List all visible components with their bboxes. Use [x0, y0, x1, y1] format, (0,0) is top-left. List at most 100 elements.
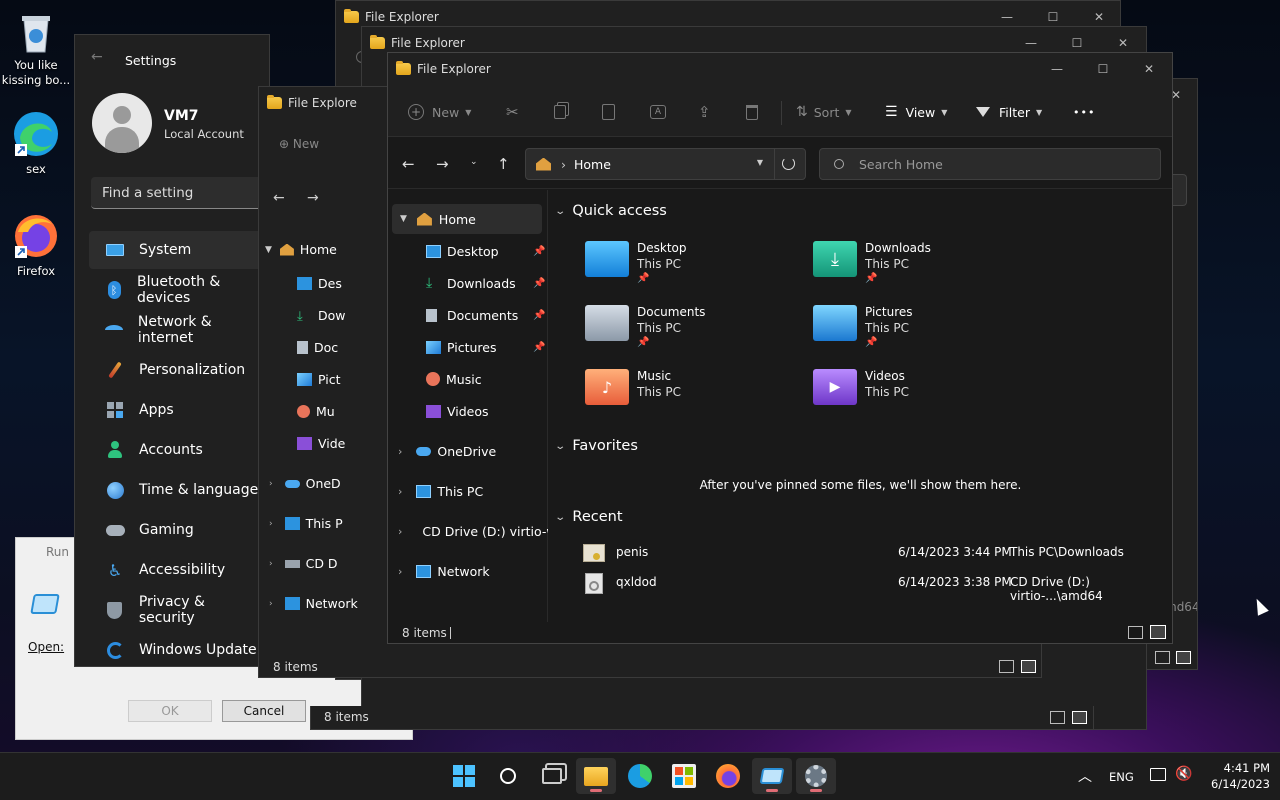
desktop-icon-firefox[interactable]: Firefox: [0, 212, 72, 279]
settings-nav-system[interactable]: System: [89, 231, 264, 269]
nav-back-icon[interactable]: ←: [273, 190, 285, 206]
nav-up-button[interactable]: ↑: [497, 155, 510, 173]
nav-onedrive[interactable]: › OneDrive: [398, 436, 558, 466]
nav-forward-icon[interactable]: →: [307, 190, 319, 206]
tree-item[interactable]: Mu: [297, 404, 335, 419]
section-quick-access[interactable]: ⌄ Quick access: [554, 203, 667, 219]
tiles-view-icon[interactable]: [1021, 660, 1036, 673]
paste-button[interactable]: [602, 101, 615, 123]
run-ok-button[interactable]: OK: [128, 700, 212, 722]
details-view-icon[interactable]: [999, 660, 1014, 673]
refresh-icon[interactable]: [782, 157, 795, 170]
avatar[interactable]: [92, 93, 152, 153]
quick-item-documents[interactable]: Documents This PC 📌: [585, 305, 805, 365]
tree-item[interactable]: › OneD: [269, 476, 341, 491]
settings-nav-bluetooth[interactable]: ᛒ Bluetooth & devices: [89, 271, 264, 309]
nav-pictures[interactable]: Pictures 📌: [426, 332, 586, 362]
tree-item[interactable]: › This P: [269, 516, 343, 531]
tree-item[interactable]: › Network: [269, 596, 358, 611]
details-view-icon[interactable]: [1128, 626, 1143, 639]
view-button[interactable]: ☰ View ▼: [885, 101, 947, 123]
tiles-view-icon[interactable]: [1150, 625, 1166, 639]
volume-icon[interactable]: 🔇: [1175, 766, 1192, 782]
nav-network[interactable]: › Network: [398, 556, 558, 586]
taskbar-store[interactable]: [664, 758, 704, 794]
filter-button[interactable]: Filter ▼: [976, 101, 1042, 123]
nav-music[interactable]: Music: [426, 364, 586, 394]
pin-icon[interactable]: 📌: [533, 246, 545, 257]
settings-nav-privacy[interactable]: Privacy & security: [89, 591, 264, 629]
new-button[interactable]: + New ▼: [408, 101, 471, 123]
task-view-button[interactable]: [532, 758, 572, 794]
nav-this-pc[interactable]: › This PC: [398, 476, 558, 506]
search-input[interactable]: Search Home: [819, 148, 1161, 180]
pin-icon[interactable]: 📌: [533, 278, 545, 289]
section-recent[interactable]: ⌄ Recent: [554, 509, 622, 525]
quick-item-pictures[interactable]: Pictures This PC 📌: [813, 305, 1033, 365]
back-arrow-icon[interactable]: ←: [91, 49, 103, 65]
input-language[interactable]: ENG: [1109, 770, 1134, 784]
minimize-icon[interactable]: —: [1034, 53, 1080, 85]
settings-nav-network[interactable]: Network & internet: [89, 311, 264, 349]
close-icon[interactable]: ✕: [1126, 53, 1172, 85]
desktop-icon-recycle-bin[interactable]: You like kissing bo...: [0, 10, 72, 88]
settings-nav-personalization[interactable]: Personalization: [89, 351, 264, 389]
recent-locations-button[interactable]: ⌄: [470, 157, 478, 167]
section-favorites[interactable]: ⌄ Favorites: [554, 438, 638, 454]
quick-item-videos[interactable]: ▶ Videos This PC: [813, 369, 1033, 429]
nav-forward-button[interactable]: →: [436, 155, 449, 173]
sort-button[interactable]: ⇅ Sort ▼: [796, 101, 852, 123]
quick-item-downloads[interactable]: ⤓ Downloads This PC 📌: [813, 241, 1033, 301]
clock[interactable]: 4:41 PM 6/14/2023: [1200, 760, 1270, 792]
recent-row[interactable]: qxldod 6/14/2023 3:38 PM CD Drive (D:) v…: [583, 572, 1172, 603]
nav-downloads[interactable]: ⤓ Downloads 📌: [426, 268, 586, 298]
desktop-icon-edge-shortcut[interactable]: sex: [0, 110, 72, 177]
taskbar-settings[interactable]: [796, 758, 836, 794]
settings-nav-gaming[interactable]: Gaming: [89, 511, 264, 549]
taskbar-edge[interactable]: [620, 758, 660, 794]
share-button[interactable]: ⇪: [698, 101, 711, 123]
run-cancel-button[interactable]: Cancel: [222, 700, 306, 722]
tree-item[interactable]: ⤓ Dow: [297, 308, 346, 324]
quick-item-desktop[interactable]: Desktop This PC 📌: [585, 241, 805, 301]
address-bar[interactable]: › Home ▼: [525, 148, 806, 180]
nav-cd-drive[interactable]: › CD Drive (D:) virtio-w: [398, 516, 548, 546]
cut-button[interactable]: ✂: [506, 101, 519, 123]
nav-documents[interactable]: Documents 📌: [426, 300, 586, 330]
tree-home[interactable]: ▼ Home: [265, 242, 337, 257]
tree-item[interactable]: Vide: [297, 436, 345, 451]
pin-icon[interactable]: 📌: [533, 342, 545, 353]
settings-nav-windows-update[interactable]: Windows Update: [89, 631, 264, 666]
tree-item[interactable]: Des: [297, 276, 342, 291]
tiles-view-icon[interactable]: [1072, 711, 1087, 724]
tree-item[interactable]: Doc: [297, 340, 338, 355]
settings-nav-accessibility[interactable]: ♿ Accessibility: [89, 551, 264, 589]
nav-home[interactable]: ▼ Home: [392, 204, 542, 234]
taskbar-firefox[interactable]: [708, 758, 748, 794]
taskbar-search-button[interactable]: [488, 758, 528, 794]
recent-row[interactable]: penis 6/14/2023 3:44 PM This PC\Download…: [583, 542, 1172, 566]
tree-item[interactable]: › CD D: [269, 556, 338, 571]
new-button[interactable]: ⊕ New: [279, 137, 319, 151]
quick-item-music[interactable]: ♪ Music This PC: [585, 369, 805, 429]
tiles-view-icon[interactable]: [1176, 651, 1191, 664]
tree-item[interactable]: Pict: [297, 372, 341, 387]
maximize-icon[interactable]: ☐: [1080, 53, 1126, 85]
settings-search-input[interactable]: Find a setting: [91, 177, 269, 209]
network-status-icon[interactable]: [1150, 768, 1166, 781]
address-dropdown-icon[interactable]: ▼: [757, 158, 763, 167]
taskbar-file-explorer[interactable]: [576, 758, 616, 794]
breadcrumb-home[interactable]: Home: [574, 157, 611, 172]
settings-nav-apps[interactable]: Apps: [89, 391, 264, 429]
rename-button[interactable]: A: [650, 101, 666, 123]
details-view-icon[interactable]: [1050, 711, 1065, 724]
settings-nav-accounts[interactable]: Accounts: [89, 431, 264, 469]
show-hidden-icons-button[interactable]: ︿: [1078, 766, 1092, 786]
delete-button[interactable]: [746, 101, 758, 123]
copy-button[interactable]: [554, 101, 566, 123]
nav-desktop[interactable]: Desktop 📌: [426, 236, 586, 266]
settings-nav-time-language[interactable]: Time & language: [89, 471, 264, 509]
pin-icon[interactable]: 📌: [533, 310, 545, 321]
nav-videos[interactable]: Videos: [426, 396, 586, 426]
more-options-button[interactable]: •••: [1073, 101, 1095, 123]
